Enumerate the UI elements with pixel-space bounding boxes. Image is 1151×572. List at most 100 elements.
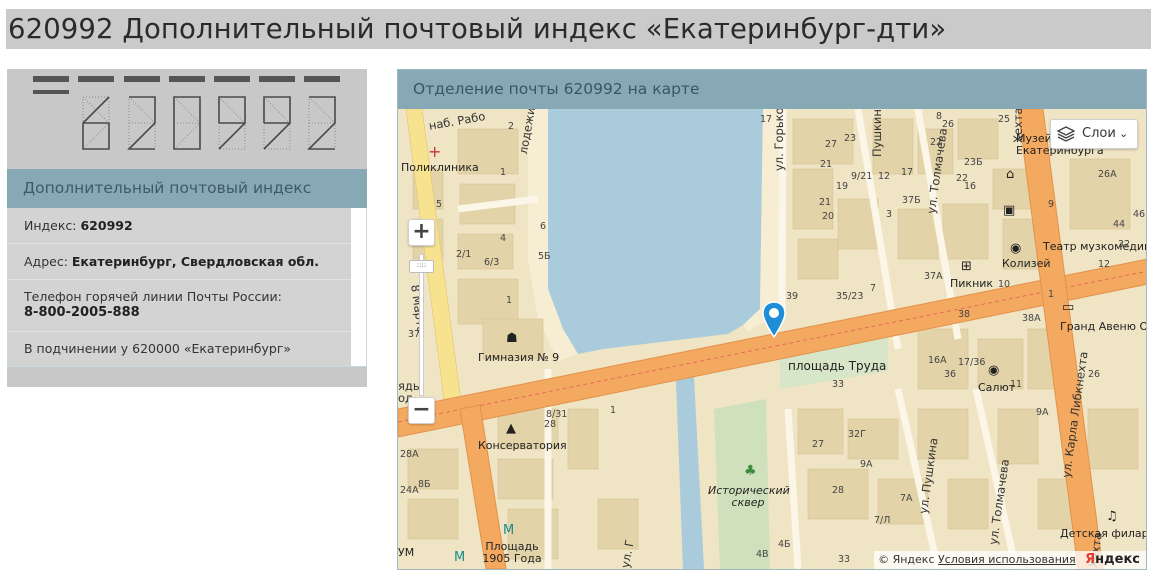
house-number: 25 [998,114,1011,125]
house-number: 21 [820,159,833,170]
poi-um[interactable]: УМ [398,547,414,559]
map-panel: Отделение почты 620992 на карте 8 ул. Го… [397,69,1147,570]
house-number: 37Б [902,195,921,206]
museum-icon: ⌂ [1006,167,1015,182]
yandex-logo-rest: ндекс [1095,552,1140,567]
yandex-logo[interactable]: Яндекс [1085,552,1140,567]
house-number: 17 [901,167,914,178]
house-number: 33 [832,379,845,390]
house-number: 22 [930,137,943,148]
house-number: 28А [400,449,419,460]
poi-filarmoniya[interactable]: Детская филарм [1060,528,1146,540]
poi-poliklinika[interactable]: Поликлиника [401,162,479,174]
tree-icon: ♣ [744,463,757,479]
metro-icon: M [503,523,515,538]
house-number: 46 [1133,209,1146,220]
index-digit [173,96,201,150]
street-label-gorkogo: ул. Горького [772,109,786,171]
house-number: 9/21 [851,171,873,182]
house-number: 1 [1048,289,1055,300]
yandex-map[interactable]: 8 Марта ул. Горького Пушкина ул. Толмаче… [398,109,1146,569]
index-label: Индекс: [24,218,77,233]
house-number: 26А [1098,169,1117,180]
index-digit [263,96,291,150]
house-number: 20 [822,211,835,222]
address-row: Адрес: Екатеринбург, Свердловская обл. [8,244,351,280]
house-number: 6 [540,221,547,232]
cart-icon: ⊞ [961,259,972,274]
house-number: 3 [886,209,893,220]
poi-gimnaziya[interactable]: Гимназия № 9 [478,352,559,364]
index-digit [82,96,110,150]
house-number: 1 [506,295,513,306]
house-number: 32Г [848,429,866,440]
metro-icon-2: M [454,550,466,565]
house-number: 4В [756,549,769,560]
music-icon: ♫ [1106,509,1118,524]
layers-button[interactable]: Слои ⌄ [1050,119,1138,149]
house-number: 16А [928,355,947,366]
poi-teatr[interactable]: Театр музкомедии [1043,241,1146,253]
house-number: 8Б [418,479,431,490]
house-number: 17/36 [958,357,986,368]
page-header: 620992 Дополнительный почтовый индекс «Е… [6,9,1151,49]
index-digit [307,96,336,150]
subordination-row: В подчинении у 620000 «Екатеринбург» [8,332,351,366]
layers-icon [1057,126,1075,142]
poi-grand[interactable]: Гранд Авеню Оте [1060,321,1146,333]
index-info-box: Индекс: 620992 Адрес: Екатеринбург, Свер… [7,208,367,367]
cinema-icon-2: ◉ [988,363,1000,378]
zoom-slider-track[interactable] [419,254,424,396]
house-number: 9 [1048,199,1055,210]
house-number: 7А [900,493,913,504]
house-number: 5Б [538,251,551,262]
index-digit [127,96,156,150]
poi-ploshchad-truda[interactable]: площадь Труда [788,360,886,372]
house-number: 36 [944,369,957,380]
phone-value: 8-800-2005-888 [24,305,140,320]
poi-konservatoriya[interactable]: Консерватория [478,440,567,452]
house-number: 7/Л [874,515,891,526]
house-number: 1 [610,405,617,416]
hotel-icon: ▭ [1062,300,1075,315]
poi-skver[interactable]: Исторический сквер [708,485,790,509]
location-marker-icon[interactable] [761,301,787,339]
house-number: 2 [508,121,515,132]
phone-row: Телефон горячей линии Почты России: 8-80… [8,280,351,332]
index-panel-title: Дополнительный почтовый индекс [7,169,367,208]
cinema-icon: ◉ [1010,241,1022,256]
house-number: 4Б [778,539,791,550]
house-number: 16 [964,181,977,192]
house-number: 27 [812,439,825,450]
poi-piknik[interactable]: Пикник [950,278,993,290]
zoom-in-button[interactable]: + [408,219,435,246]
address-value: Екатеринбург, Свердловская обл. [71,254,320,269]
zoom-slider-handle[interactable]: :::: [409,260,434,273]
house-number: 4 [500,233,507,244]
poi-ploshchad-1905[interactable]: Площадь 1905 Года [482,541,542,565]
house-number: 7 [870,283,877,294]
house-number: 26 [942,119,955,130]
zoom-out-button[interactable]: − [408,397,435,424]
copyright-text: © Яндекс [878,553,935,566]
house-number: 12 [878,171,891,182]
house-number: 10 [998,279,1011,290]
poi-kolizei[interactable]: Колизей [1002,258,1051,270]
house-number: 26 [1088,369,1101,380]
subordination-text: В подчинении у 620000 «Екатеринбург» [24,341,292,356]
yandex-logo-letter: Я [1085,552,1096,567]
house-number: 28 [544,419,557,430]
index-value: 620992 [80,218,133,233]
house-number: 38 [958,309,971,320]
house-number: 5 [436,199,443,210]
house-number: 27 [825,139,838,150]
terms-link[interactable]: Условия использования [938,553,1076,566]
house-number: 24А [400,485,419,496]
map-panel-title: Отделение почты 620992 на карте [398,70,1146,109]
house-number: 11 [1010,379,1023,390]
house-number: 17 [760,114,773,125]
medical-cross-icon: + [428,142,442,161]
postal-index-graphic [33,76,340,150]
house-number: 23Б [964,157,983,168]
address-label: Адрес: [24,254,68,269]
